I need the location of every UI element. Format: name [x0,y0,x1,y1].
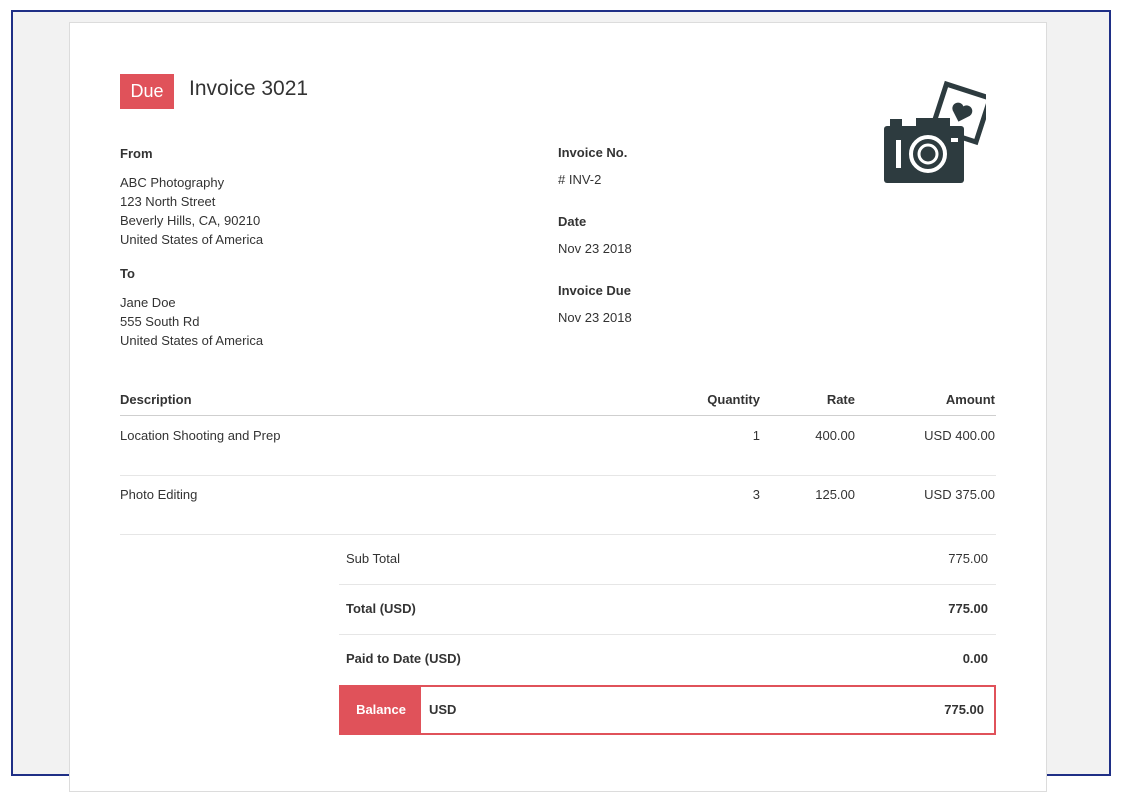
row-divider [120,534,996,535]
from-line: Beverly Hills, CA, 90210 [120,213,261,228]
row-amount: USD 400.00 [924,428,995,443]
subtotal-label: Sub Total [346,551,400,566]
balance-currency: USD [429,702,457,717]
from-line: ABC Photography [120,175,225,190]
to-line: United States of America [120,333,264,348]
invoice-due-label: Invoice Due [558,283,631,298]
row-rate: 125.00 [815,487,855,502]
to-address: Jane Doe 555 South Rd United States of A… [120,293,263,350]
summary-divider [339,634,996,635]
from-line: 123 North Street [120,194,216,209]
row-divider [120,475,996,476]
table-header-divider [120,415,996,416]
row-description: Photo Editing [120,487,198,502]
column-header-amount: Amount [945,392,995,407]
summary-divider [339,584,996,585]
camera-photo-heart-icon [880,80,994,186]
row-quantity: 1 [752,428,760,443]
from-label: From [120,146,153,161]
paid-to-date-value: 0.00 [962,651,988,666]
to-line: 555 South Rd [120,314,200,329]
invoice-no-value: # INV-2 [558,172,602,187]
column-header-description: Description [120,392,192,407]
paid-to-date-label: Paid to Date (USD) [346,651,461,666]
column-header-rate: Rate [826,392,855,407]
subtotal-value: 775.00 [948,551,988,566]
invoice-title: Invoice 3021 [189,77,309,100]
row-description: Location Shooting and Prep [120,428,281,443]
total-value: 775.00 [948,601,988,616]
from-address: ABC Photography 123 North Street Beverly… [120,173,263,249]
row-rate: 400.00 [815,428,855,443]
balance-value: 775.00 [944,702,984,717]
status-badge: Due [120,74,174,109]
balance-row: Balance USD 775.00 [339,685,996,735]
total-label: Total (USD) [346,601,416,616]
from-line: United States of America [120,232,264,247]
row-quantity: 3 [752,487,760,502]
to-line: Jane Doe [120,295,176,310]
to-label: To [120,266,135,281]
date-value: Nov 23 2018 [558,241,632,256]
invoice-due-value: Nov 23 2018 [558,310,632,325]
balance-label: Balance [341,687,421,733]
column-header-quantity: Quantity [707,392,760,407]
date-label: Date [558,214,587,229]
row-amount: USD 375.00 [924,487,995,502]
invoice-no-label: Invoice No. [558,145,628,160]
